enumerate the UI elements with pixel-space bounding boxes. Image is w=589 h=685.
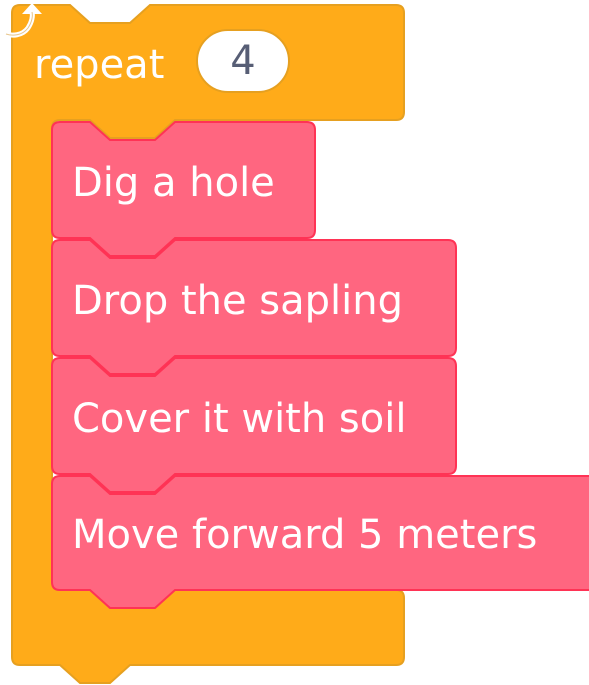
blocks-workspace: repeat 4 Dig a hole Drop the sapling Cov… bbox=[0, 0, 589, 685]
step-label-4: Move forward 5 meters bbox=[72, 512, 538, 558]
repeat-count-input[interactable]: 4 bbox=[196, 29, 290, 93]
loop-arrow-icon bbox=[3, 3, 42, 38]
repeat-label: repeat bbox=[34, 42, 165, 88]
step-label-2: Drop the sapling bbox=[72, 278, 404, 324]
blocks-canvas bbox=[11, 4, 589, 684]
step-label-3: Cover it with soil bbox=[72, 396, 407, 442]
step-label-1: Dig a hole bbox=[72, 160, 275, 206]
